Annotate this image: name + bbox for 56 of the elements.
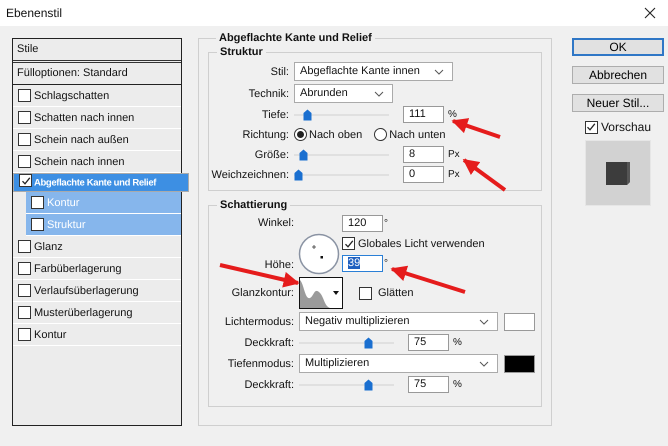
field-label: Technik: — [248, 88, 289, 100]
dropdown[interactable]: Abgeflachte Kante innen — [294, 62, 453, 81]
value-field[interactable]: 111 — [403, 106, 444, 123]
dropdown[interactable]: Abrunden — [294, 84, 393, 103]
unit-label: ° — [384, 258, 388, 269]
list-item[interactable]: Verlaufsüberlagerung — [13, 280, 181, 302]
value-field[interactable]: 8 — [403, 146, 444, 163]
radio-label: Nach oben — [309, 128, 362, 140]
unit-label: Px — [448, 169, 460, 180]
group-title: Struktur — [219, 46, 264, 58]
list-item[interactable]: Musterüberlagerung — [13, 302, 181, 324]
list-item[interactable]: Fülloptionen: Standard — [13, 63, 181, 85]
dialog-button[interactable]: Abbrechen — [572, 66, 664, 84]
group-title: Abgeflachte Kante und Relief — [218, 32, 373, 44]
field-label: Deckkraft: — [243, 378, 294, 390]
unit-label: % — [453, 337, 462, 348]
checkbox-label: Glätten — [378, 287, 414, 299]
field-label: Lichtermodus: — [224, 316, 294, 328]
unit-label: Px — [448, 149, 460, 160]
field-label: Richtung: — [242, 128, 289, 140]
window-title: Ebenenstil — [6, 6, 62, 20]
value-field[interactable]: 75 — [408, 334, 449, 351]
field-label: Tiefenmodus: — [226, 358, 294, 370]
value-field[interactable]: 120 — [342, 215, 383, 232]
list-item[interactable]: Kontur — [13, 324, 181, 346]
list-item[interactable]: Schatten nach innen — [13, 107, 181, 129]
radio-option[interactable]: Nach unten — [374, 128, 446, 141]
value-field[interactable]: 0 — [403, 166, 444, 183]
field-label: Stil: — [270, 66, 289, 78]
radio-label: Nach unten — [389, 128, 446, 140]
group-title: Schattierung — [219, 199, 288, 211]
list-item[interactable]: Schlagschatten — [13, 85, 181, 107]
field-label: Höhe: — [264, 259, 294, 271]
list-item[interactable]: Glanz — [13, 236, 181, 258]
panel-header: Stile — [13, 39, 181, 63]
field-label: Glanzkontur: — [230, 287, 294, 299]
field-value: 39 — [348, 257, 360, 269]
field-label: Winkel: — [256, 217, 294, 229]
list-item[interactable]: Farbüberlagerung — [13, 258, 181, 280]
dropdown[interactable]: Multiplizieren — [299, 354, 498, 373]
unit-label: ° — [384, 218, 388, 229]
field-label: Größe: — [254, 148, 289, 160]
value-field[interactable]: 75 — [408, 376, 449, 393]
unit-label: % — [453, 379, 462, 390]
checkbox-label: Globales Licht verwenden — [358, 238, 485, 250]
field-label: Deckkraft: — [243, 336, 294, 348]
field-label: Weichzeichnen: — [210, 168, 289, 180]
unit-label: % — [448, 109, 457, 120]
checkbox-label: Vorschau — [600, 120, 652, 134]
dialog-button[interactable]: OK — [572, 38, 664, 56]
value-field[interactable]: 39 — [342, 255, 383, 272]
dialog-button[interactable]: Neuer Stil... — [572, 94, 664, 112]
field-label: Tiefe: — [260, 108, 289, 120]
dropdown[interactable]: Negativ multiplizieren — [299, 312, 498, 331]
radio-option[interactable]: Nach oben — [294, 128, 362, 141]
list-item[interactable]: Schein nach außen — [13, 129, 181, 151]
